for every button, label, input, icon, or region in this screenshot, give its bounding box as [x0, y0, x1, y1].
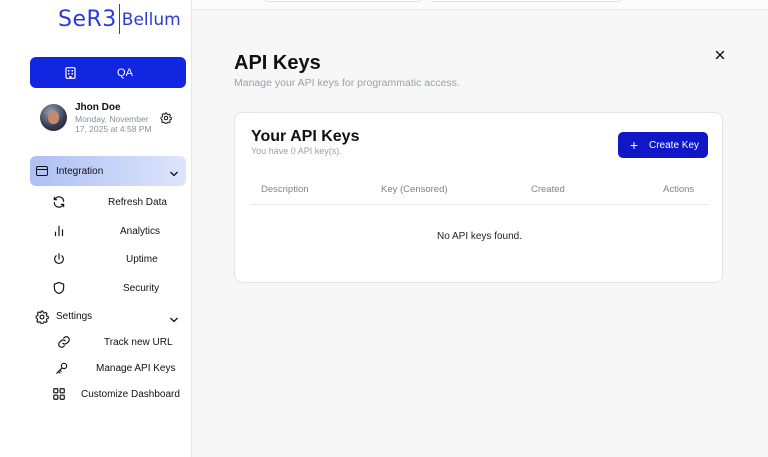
api-keys-card: Your API Keys You have 0 API key(s). + C…: [234, 112, 723, 283]
logo-divider: [118, 4, 120, 34]
top-bar-field[interactable]: [264, 0, 422, 2]
column-header-description: Description: [261, 184, 309, 195]
gear-icon[interactable]: [160, 111, 172, 125]
brand-logo[interactable]: SeR3 Bellum: [58, 2, 181, 36]
shield-icon: [52, 281, 66, 295]
link-icon: [57, 335, 71, 349]
building-icon: [30, 66, 110, 79]
page-title: API Keys: [234, 52, 321, 74]
power-icon: [52, 252, 66, 266]
chevron-down-icon[interactable]: [169, 312, 179, 323]
logo-text-rest: Bellum: [121, 10, 181, 30]
nav-refresh-data[interactable]: Refresh Data: [40, 192, 186, 212]
avatar[interactable]: [40, 104, 67, 131]
grid-icon: [52, 387, 66, 401]
top-bar: [192, 0, 768, 10]
logo-text-main: SeR3: [58, 6, 117, 32]
page-subtitle: Manage your API keys for programmatic ac…: [234, 77, 460, 89]
user-date: Monday, November 17, 2025 at 4:58 PM: [75, 114, 152, 134]
nav-analytics-label: Analytics: [120, 225, 161, 237]
nav-customize-dashboard-label: Customize Dashboard: [81, 388, 180, 400]
workspace-label: QA: [117, 66, 133, 79]
plus-icon: +: [629, 137, 639, 153]
nav-settings[interactable]: Settings: [30, 307, 186, 327]
nav-track-new-url-label: Track new URL: [104, 336, 173, 348]
chevron-down-icon[interactable]: [169, 166, 179, 177]
nav-settings-label: Settings: [56, 311, 93, 322]
nav-refresh-data-label: Refresh Data: [108, 196, 167, 208]
nav-customize-dashboard[interactable]: Customize Dashboard: [40, 384, 186, 404]
workspace-button[interactable]: QA: [30, 57, 186, 88]
main-panel: API Keys Manage your API keys for progra…: [192, 0, 768, 457]
create-key-button[interactable]: + Create Key: [618, 132, 708, 158]
nav-manage-api-keys-label: Manage API Keys: [96, 362, 176, 374]
column-header-key: Key (Censored): [381, 184, 448, 195]
nav-security[interactable]: Security: [40, 278, 186, 298]
table-divider: [251, 204, 708, 205]
user-profile: Jhon Doe Monday, November 17, 2025 at 4:…: [40, 102, 186, 136]
create-key-label: Create Key: [649, 139, 700, 151]
nav-integration[interactable]: Integration: [30, 156, 186, 186]
close-icon[interactable]: [714, 48, 726, 60]
key-icon: [55, 361, 69, 375]
card-title: Your API Keys: [251, 128, 360, 145]
refresh-icon: [52, 195, 66, 209]
top-bar-field[interactable]: [430, 0, 622, 2]
gear-icon: [35, 310, 49, 325]
column-header-created: Created: [531, 184, 565, 195]
column-header-actions: Actions: [663, 184, 695, 195]
empty-state-message: No API keys found.: [436, 231, 523, 242]
nav-manage-api-keys[interactable]: Manage API Keys: [40, 358, 186, 378]
window-icon: [36, 166, 48, 176]
user-name: Jhon Doe: [75, 102, 121, 113]
nav-security-label: Security: [123, 282, 160, 294]
nav-analytics[interactable]: Analytics: [40, 221, 186, 241]
bar-chart-icon: [52, 224, 66, 238]
sidebar: SeR3 Bellum QA Jhon Doe Monday, November…: [0, 0, 192, 457]
nav-track-new-url[interactable]: Track new URL: [40, 332, 186, 352]
nav-integration-label: Integration: [56, 165, 104, 177]
nav-uptime[interactable]: Uptime: [40, 249, 186, 269]
nav-uptime-label: Uptime: [126, 253, 158, 265]
api-key-count: You have 0 API key(s).: [251, 146, 342, 156]
